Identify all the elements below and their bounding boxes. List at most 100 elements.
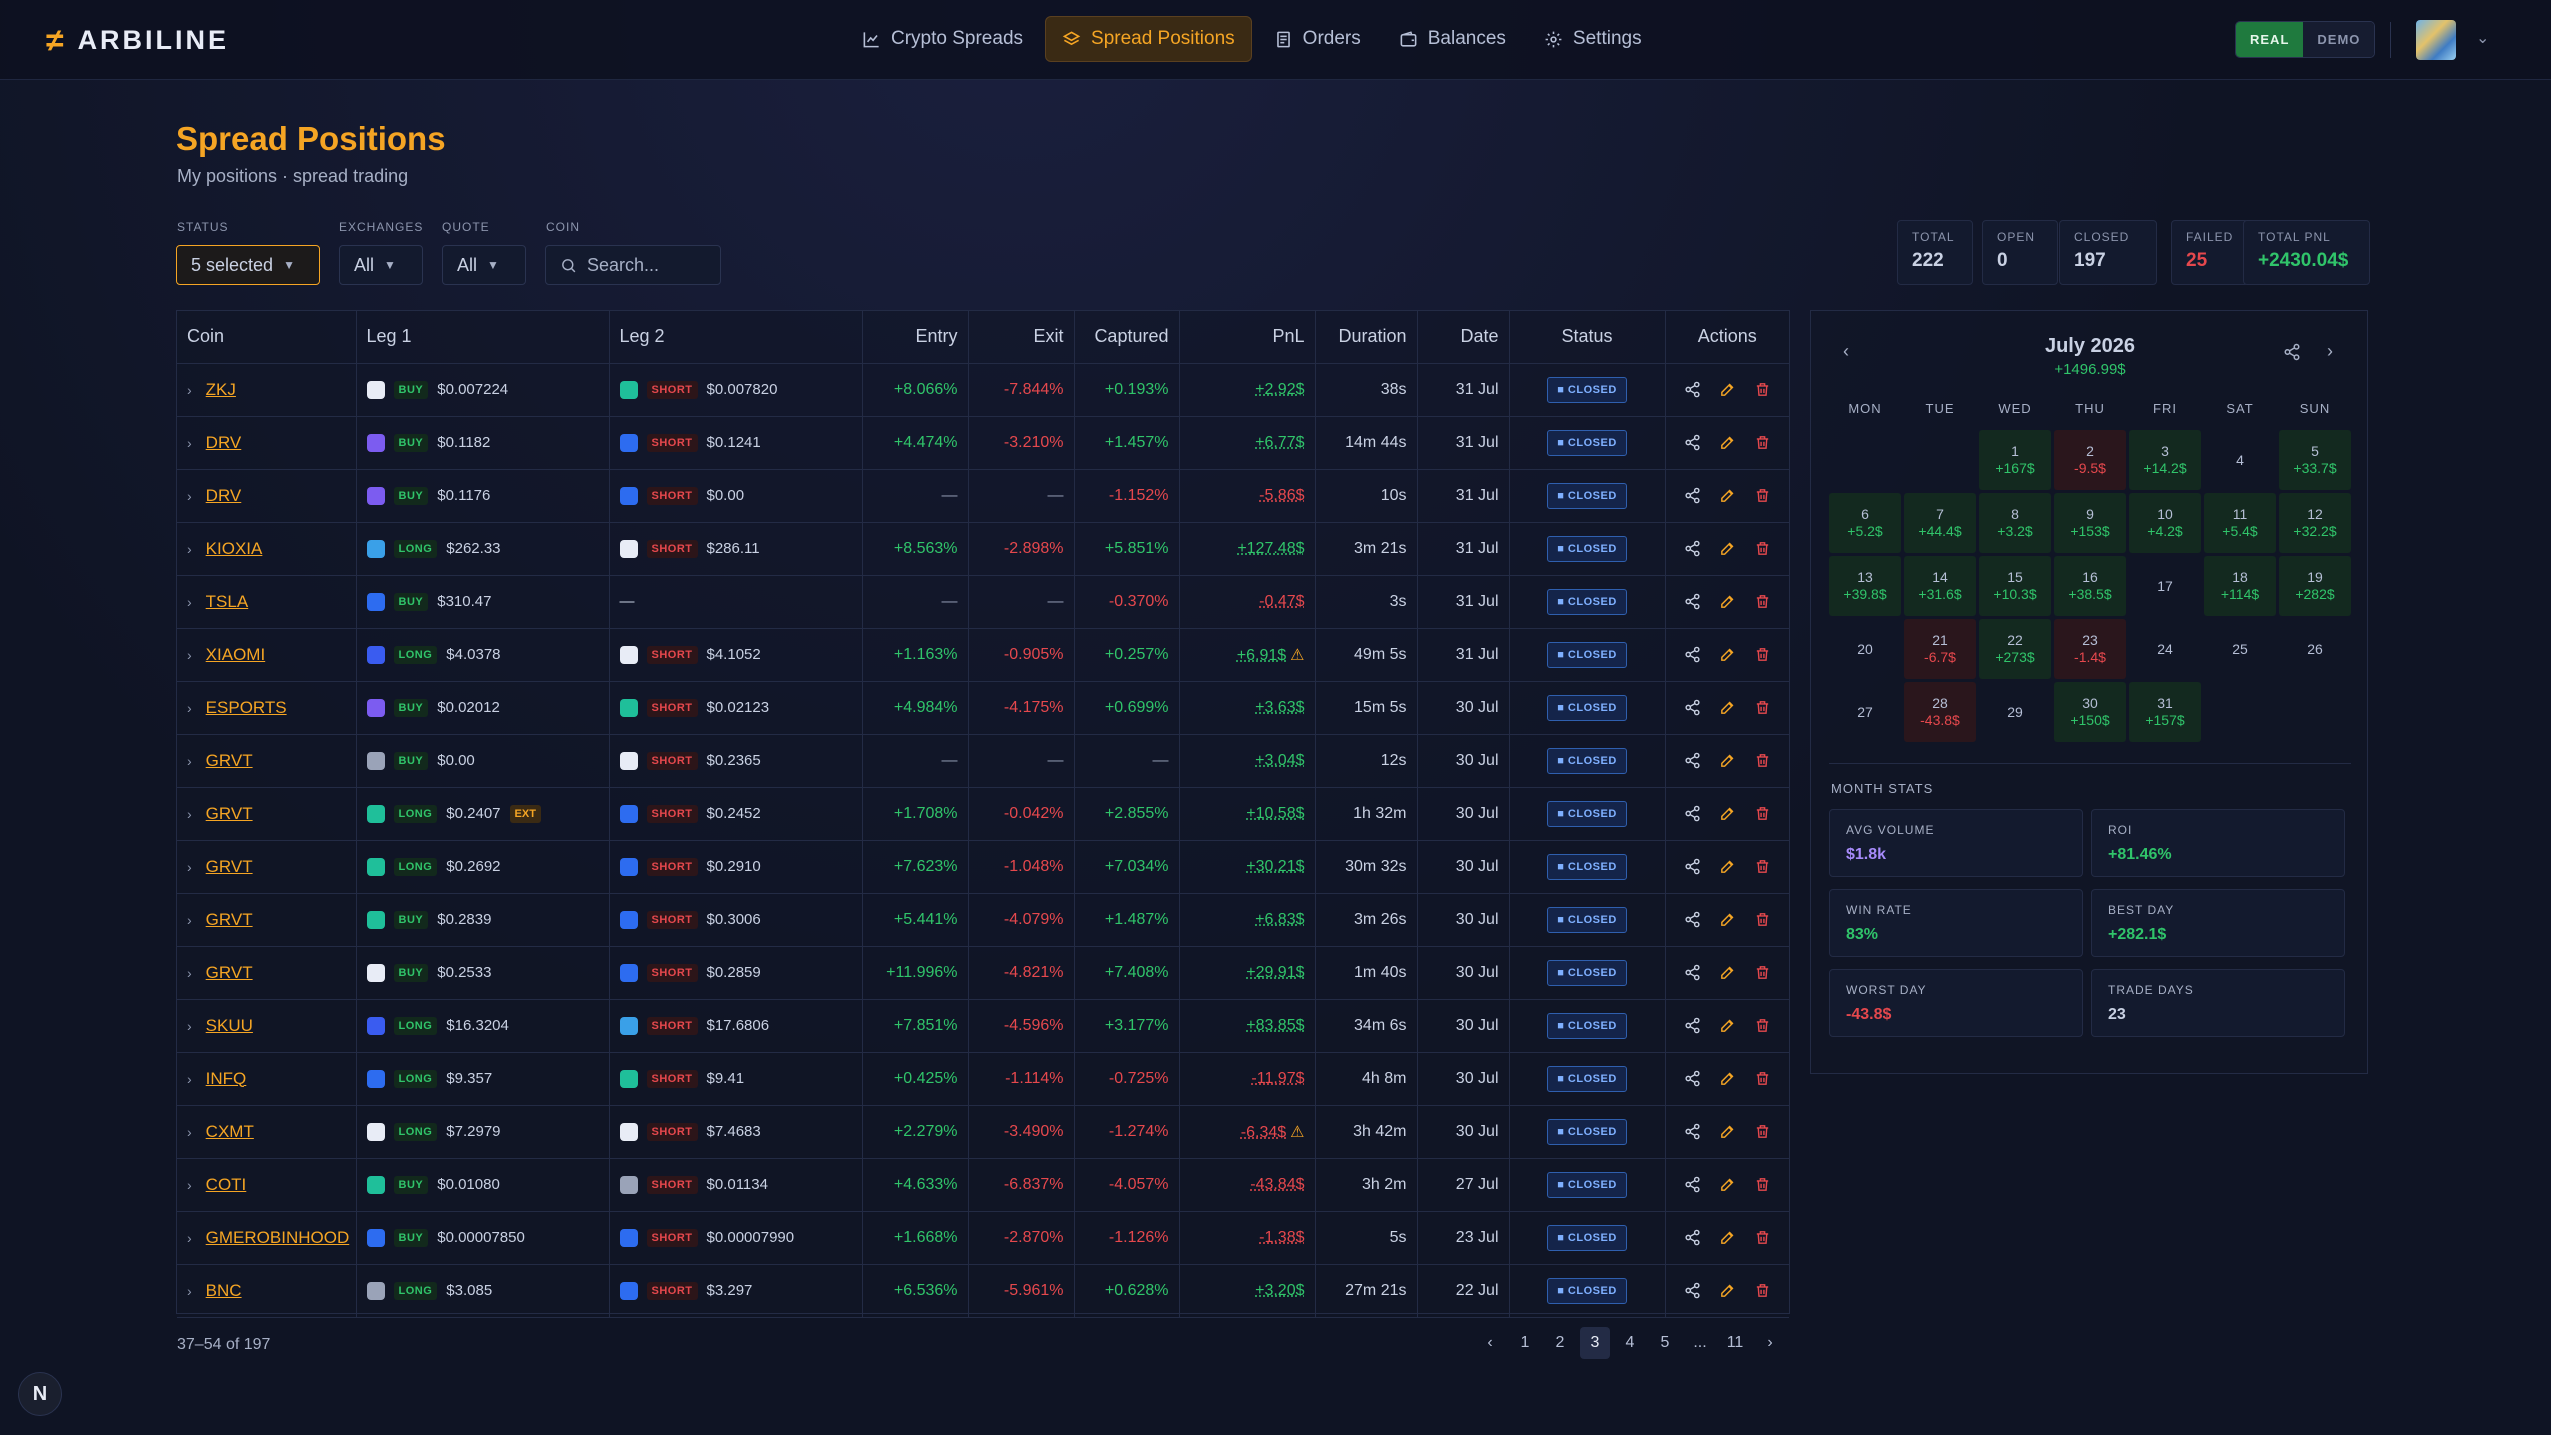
coin-link[interactable]: GRVT bbox=[206, 857, 253, 877]
pnl-value[interactable]: -11.97$ bbox=[1251, 1070, 1304, 1087]
edit-icon[interactable] bbox=[1719, 487, 1736, 504]
page-button[interactable]: 3 bbox=[1580, 1327, 1610, 1359]
calendar-day[interactable]: 29 bbox=[1979, 682, 2051, 742]
share-icon[interactable] bbox=[1684, 1123, 1701, 1140]
trash-icon[interactable] bbox=[1754, 381, 1771, 398]
pnl-value[interactable]: +29.91$ bbox=[1246, 964, 1304, 981]
table-row[interactable]: › SKUU LONG $16.3204 SHORT $17.6806 +7.851% -4.… bbox=[177, 999, 1789, 1053]
edit-icon[interactable] bbox=[1719, 381, 1736, 398]
expand-row-icon[interactable]: › bbox=[187, 859, 192, 875]
column-header[interactable]: Status bbox=[1509, 311, 1666, 364]
column-header[interactable]: PnL bbox=[1179, 311, 1316, 364]
share-icon[interactable] bbox=[1684, 1070, 1701, 1087]
calendar-day[interactable]: 13 +39.8$ bbox=[1829, 556, 1901, 616]
trash-icon[interactable] bbox=[1754, 911, 1771, 928]
calendar-day[interactable]: 4 bbox=[2204, 430, 2276, 490]
pnl-value[interactable]: -43.84$ bbox=[1250, 1176, 1304, 1193]
calendar-day[interactable]: 6 +5.2$ bbox=[1829, 493, 1901, 553]
trash-icon[interactable] bbox=[1754, 699, 1771, 716]
calendar-day[interactable]: 23 -1.4$ bbox=[2054, 619, 2126, 679]
table-row[interactable]: › DRV BUY $0.1176 SHORT $0.00— — -1.152% -5.86$ 1… bbox=[177, 469, 1789, 523]
column-header[interactable]: Leg 1 bbox=[356, 311, 610, 364]
share-icon[interactable] bbox=[1684, 752, 1701, 769]
calendar-day[interactable]: 18 +114$ bbox=[2204, 556, 2276, 616]
calendar-day[interactable]: 16 +38.5$ bbox=[2054, 556, 2126, 616]
logo[interactable]: ≠ ARBILINE bbox=[46, 22, 229, 59]
expand-row-icon[interactable]: › bbox=[187, 753, 192, 769]
calendar-day[interactable]: 11 +5.4$ bbox=[2204, 493, 2276, 553]
calendar-day[interactable]: 14 +31.6$ bbox=[1904, 556, 1976, 616]
trash-icon[interactable] bbox=[1754, 858, 1771, 875]
expand-row-icon[interactable]: › bbox=[187, 647, 192, 663]
coin-link[interactable]: COTI bbox=[206, 1175, 247, 1195]
coin-link[interactable]: GMEROBINHOOD bbox=[206, 1228, 350, 1248]
trash-icon[interactable] bbox=[1754, 1017, 1771, 1034]
calendar-day[interactable]: 20 bbox=[1829, 619, 1901, 679]
calendar-day[interactable]: 15 +10.3$ bbox=[1979, 556, 2051, 616]
calendar-day[interactable]: 7 +44.4$ bbox=[1904, 493, 1976, 553]
page-button[interactable]: 5 bbox=[1650, 1327, 1680, 1359]
pnl-value[interactable]: +2.92$ bbox=[1255, 381, 1304, 398]
share-icon[interactable] bbox=[1684, 805, 1701, 822]
table-row[interactable]: › GRVT LONG $0.2692 SHORT $0.2910 +7.623% -1.04… bbox=[177, 840, 1789, 894]
edit-icon[interactable] bbox=[1719, 1176, 1736, 1193]
edit-icon[interactable] bbox=[1719, 1282, 1736, 1299]
calendar-day[interactable]: 1 +167$ bbox=[1979, 430, 2051, 490]
pnl-value[interactable]: +30.21$ bbox=[1246, 858, 1304, 875]
page-button[interactable]: 2 bbox=[1545, 1327, 1575, 1359]
account-mode-toggle[interactable]: REAL DEMO bbox=[2235, 21, 2376, 58]
trash-icon[interactable] bbox=[1754, 805, 1771, 822]
edit-icon[interactable] bbox=[1719, 540, 1736, 557]
calendar-day[interactable]: 9 +153$ bbox=[2054, 493, 2126, 553]
share-icon[interactable] bbox=[1684, 434, 1701, 451]
chevron-down-icon[interactable]: ⌄ bbox=[2476, 28, 2489, 48]
expand-row-icon[interactable]: › bbox=[187, 806, 192, 822]
trash-icon[interactable] bbox=[1754, 434, 1771, 451]
trash-icon[interactable] bbox=[1754, 752, 1771, 769]
table-row[interactable]: › ESPORTS BUY $0.02012 SHORT $0.02123 +4.984% -… bbox=[177, 681, 1789, 735]
coin-link[interactable]: TSLA bbox=[206, 592, 249, 612]
trash-icon[interactable] bbox=[1754, 1070, 1771, 1087]
share-icon[interactable] bbox=[1684, 1017, 1701, 1034]
expand-row-icon[interactable]: › bbox=[187, 1230, 192, 1246]
share-icon[interactable] bbox=[1684, 699, 1701, 716]
warning-icon[interactable]: ⚠ bbox=[1290, 647, 1304, 664]
share-icon[interactable] bbox=[1684, 540, 1701, 557]
column-header[interactable]: Coin bbox=[177, 311, 357, 364]
mode-demo-button[interactable]: DEMO bbox=[2303, 22, 2375, 57]
chevron-right-icon[interactable]: › bbox=[2327, 341, 2333, 362]
table-row[interactable]: › CXMT LONG $7.2979 SHORT $7.4683 +2.279% -3.49… bbox=[177, 1105, 1789, 1159]
page-button[interactable]: 1 bbox=[1510, 1327, 1540, 1359]
table-row[interactable]: › COTI BUY $0.01080 SHORT $0.01134 +4.633% -6.8… bbox=[177, 1158, 1789, 1212]
expand-row-icon[interactable]: › bbox=[187, 1177, 192, 1193]
table-row[interactable]: › DRV BUY $0.1182 SHORT $0.1241 +4.474% -3.210%… bbox=[177, 416, 1789, 470]
table-row[interactable]: › ZKJ BUY $0.007224 SHORT $0.007820 +8.066% -7.… bbox=[177, 363, 1789, 417]
expand-row-icon[interactable]: › bbox=[187, 594, 192, 610]
column-header[interactable]: Captured bbox=[1074, 311, 1180, 364]
pnl-value[interactable]: +3.04$ bbox=[1255, 752, 1304, 769]
pnl-value[interactable]: +6.91$ bbox=[1237, 647, 1286, 664]
share-icon[interactable] bbox=[1684, 646, 1701, 663]
expand-row-icon[interactable]: › bbox=[187, 1124, 192, 1140]
trash-icon[interactable] bbox=[1754, 1123, 1771, 1140]
coin-link[interactable]: XIAOMI bbox=[206, 645, 266, 665]
table-row[interactable]: › KIOXIA LONG $262.33 SHORT $286.11 +8.563% -2.… bbox=[177, 522, 1789, 576]
coin-search-field[interactable]: Search... bbox=[545, 245, 721, 285]
nav-item-spread-positions[interactable]: Spread Positions bbox=[1045, 16, 1252, 62]
edit-icon[interactable] bbox=[1719, 1123, 1736, 1140]
column-header[interactable]: Exit bbox=[968, 311, 1075, 364]
pnl-value[interactable]: +3.20$ bbox=[1255, 1282, 1304, 1299]
nav-item-orders[interactable]: Orders bbox=[1258, 16, 1377, 62]
calendar-day[interactable]: 22 +273$ bbox=[1979, 619, 2051, 679]
share-icon[interactable] bbox=[1684, 1176, 1701, 1193]
trash-icon[interactable] bbox=[1754, 964, 1771, 981]
coin-link[interactable]: SKUU bbox=[206, 1016, 253, 1036]
pnl-value[interactable]: -1.38$ bbox=[1259, 1229, 1304, 1246]
table-row[interactable]: › XIAOMI LONG $4.0378 SHORT $4.1052 +1.163% -0.… bbox=[177, 628, 1789, 682]
trash-icon[interactable] bbox=[1754, 1282, 1771, 1299]
calendar-day[interactable]: 30 +150$ bbox=[2054, 682, 2126, 742]
table-row[interactable]: › INFQ LONG $9.357 SHORT $9.41 +0.425% -1.114% -… bbox=[177, 1052, 1789, 1106]
trash-icon[interactable] bbox=[1754, 593, 1771, 610]
calendar-day[interactable]: 2 -9.5$ bbox=[2054, 430, 2126, 490]
calendar-day[interactable]: 5 +33.7$ bbox=[2279, 430, 2351, 490]
